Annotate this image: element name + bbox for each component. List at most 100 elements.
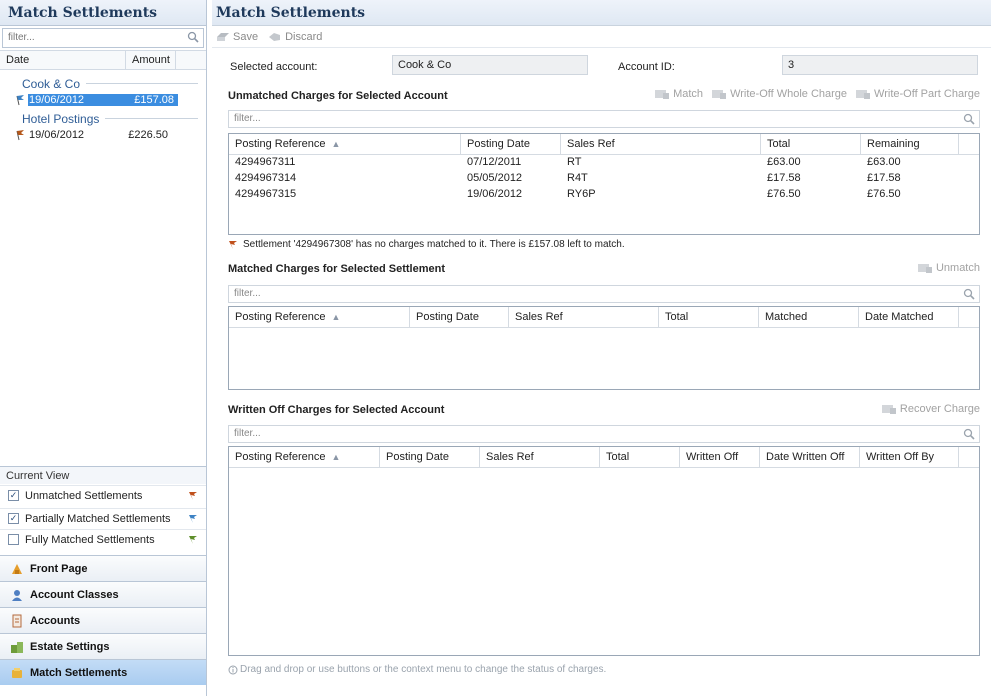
- grid-header: Posting Reference ▲ Posting Date Sales Re…: [229, 134, 979, 155]
- column-header-total[interactable]: Total: [659, 307, 759, 327]
- cell-posting-reference: 4294967314: [235, 172, 297, 184]
- save-button[interactable]: Save: [216, 31, 258, 43]
- account-id-label: Account ID:: [618, 61, 675, 73]
- search-icon[interactable]: [187, 31, 199, 43]
- cell-posting-reference: 4294967315: [235, 188, 297, 200]
- grid-header: Posting Reference ▲ Posting Date Sales Re…: [229, 307, 979, 328]
- recover-charge-label: Recover Charge: [899, 403, 980, 415]
- settlement-filter-input[interactable]: filter...: [2, 28, 204, 48]
- settlement-grid-header: Date Amount: [0, 50, 206, 70]
- column-header-total[interactable]: Total: [600, 447, 680, 467]
- group-label: Cook & Co: [22, 76, 81, 91]
- nav-front-page[interactable]: Front Page: [0, 555, 206, 581]
- filter-placeholder: filter...: [8, 32, 35, 43]
- cell-posting-date: 07/12/2011: [467, 156, 522, 168]
- checkbox[interactable]: ✓: [8, 513, 19, 524]
- search-icon[interactable]: [963, 113, 975, 125]
- cell-total: £17.58: [767, 172, 801, 184]
- unmatch-icon: [917, 264, 932, 273]
- column-header-posting-reference[interactable]: Posting Reference ▲: [229, 307, 410, 327]
- save-icon: [217, 32, 229, 41]
- column-header-posting-date[interactable]: Posting Date: [410, 307, 509, 327]
- filter-placeholder: filter...: [234, 113, 261, 124]
- view-option-fully-matched[interactable]: Fully Matched Settlements: [0, 529, 206, 549]
- nav-estate-settings[interactable]: Estate Settings: [0, 633, 206, 659]
- nav-match-settlements[interactable]: Match Settlements: [0, 659, 206, 685]
- search-icon[interactable]: [963, 428, 975, 440]
- write-off-part-label: Write-Off Part Charge: [874, 88, 980, 100]
- column-header-posting-reference[interactable]: Posting Reference ▲: [229, 134, 461, 154]
- column-header-matched[interactable]: Matched: [759, 307, 859, 327]
- column-header-sales-ref[interactable]: Sales Ref: [509, 307, 659, 327]
- write-off-part-charge-button[interactable]: Write-Off Part Charge: [855, 88, 980, 100]
- info-icon: [228, 665, 238, 674]
- column-header-date-written-off[interactable]: Date Written Off: [760, 447, 860, 467]
- written-off-section-title: Written Off Charges for Selected Account: [228, 404, 445, 416]
- match-button[interactable]: Match: [654, 88, 703, 100]
- column-header-remaining[interactable]: Remaining: [861, 134, 959, 154]
- cell-total: £76.50: [767, 188, 801, 200]
- column-header-date-matched[interactable]: Date Matched: [859, 307, 959, 327]
- unmatched-actions: Match Write-Off Whole Charge Write-Off P…: [646, 88, 980, 100]
- settlement-row[interactable]: 19/06/2012 £157.08: [14, 91, 206, 108]
- recover-icon: [881, 405, 896, 414]
- left-panel-title: Match Settlements: [0, 0, 206, 26]
- column-header-written-off-by[interactable]: Written Off By: [860, 447, 959, 467]
- cell-remaining: £63.00: [867, 156, 901, 168]
- column-header-sales-ref[interactable]: Sales Ref: [561, 134, 761, 154]
- written-off-filter-input[interactable]: filter...: [228, 425, 980, 443]
- written-off-actions: Recover Charge: [873, 403, 980, 415]
- note-text: Settlement '4294967308' has no charges m…: [243, 239, 625, 250]
- unmatch-label: Unmatch: [935, 262, 980, 274]
- column-header-sales-ref[interactable]: Sales Ref: [480, 447, 600, 467]
- settlement-row[interactable]: 19/06/2012 £226.50: [14, 126, 206, 143]
- flag-icon: [16, 94, 24, 105]
- selected-account-field: Cook & Co: [392, 55, 588, 75]
- unmatch-button[interactable]: Unmatch: [917, 262, 980, 274]
- unmatched-filter-input[interactable]: filter...: [228, 110, 980, 128]
- cell-posting-date: 19/06/2012: [467, 188, 523, 200]
- column-header-date[interactable]: Date: [0, 51, 126, 69]
- checkbox[interactable]: ✓: [8, 490, 19, 501]
- hint-text: Drag and drop or use buttons or the cont…: [240, 664, 607, 675]
- column-header-posting-date[interactable]: Posting Date: [461, 134, 561, 154]
- grid-header: Posting Reference ▲ Posting Date Sales Re…: [229, 447, 979, 468]
- help-hint: Drag and drop or use buttons or the cont…: [228, 664, 606, 675]
- column-header-written-off[interactable]: Written Off: [680, 447, 760, 467]
- recover-charge-button[interactable]: Recover Charge: [881, 403, 980, 415]
- left-panel: Match Settlements filter... Date Amount …: [0, 0, 207, 696]
- unmatched-section-title: Unmatched Charges for Selected Account: [228, 90, 448, 102]
- cell-posting-reference: 4294967311: [235, 156, 296, 168]
- cell-posting-date: 05/05/2012: [467, 172, 523, 184]
- matched-filter-input[interactable]: filter...: [228, 285, 980, 303]
- table-row[interactable]: 4294967314 05/05/2012 R4T £17.58 £17.58: [229, 171, 979, 187]
- view-option-partially-matched[interactable]: ✓ Partially Matched Settlements: [0, 508, 206, 528]
- flag-icon: [189, 515, 197, 523]
- group-label: Hotel Postings: [22, 111, 100, 126]
- unmatched-charges-grid: Posting Reference ▲ Posting Date Sales Re…: [228, 133, 980, 235]
- group-header-hotel-postings[interactable]: Hotel Postings: [0, 109, 206, 126]
- nav-accounts[interactable]: Accounts: [0, 607, 206, 633]
- write-off-whole-label: Write-Off Whole Charge: [730, 88, 848, 100]
- table-row[interactable]: 4294967315 19/06/2012 RY6P £76.50 £76.50: [229, 187, 979, 203]
- column-header-posting-reference[interactable]: Posting Reference ▲: [229, 447, 380, 467]
- checkbox[interactable]: [8, 534, 19, 545]
- group-header-cook-co[interactable]: Cook & Co: [0, 74, 206, 91]
- column-header-amount[interactable]: Amount: [126, 51, 176, 69]
- table-row[interactable]: 4294967311 07/12/2011 RT £63.00 £63.00: [229, 155, 979, 171]
- settlement-amount: £157.08: [118, 93, 178, 106]
- column-header-total[interactable]: Total: [761, 134, 861, 154]
- view-option-unmatched[interactable]: ✓ Unmatched Settlements: [0, 485, 206, 505]
- nav-label: Estate Settings: [30, 640, 110, 653]
- nav-label: Accounts: [30, 614, 81, 627]
- discard-button[interactable]: Discard: [268, 31, 322, 43]
- search-icon[interactable]: [963, 288, 975, 300]
- column-header-posting-date[interactable]: Posting Date: [380, 447, 480, 467]
- discard-icon: [269, 32, 281, 41]
- match-settlements-icon: [12, 667, 22, 678]
- write-off-whole-charge-button[interactable]: Write-Off Whole Charge: [711, 88, 847, 100]
- nav-account-classes[interactable]: Account Classes: [0, 581, 206, 607]
- settlement-amount: £226.50: [128, 128, 168, 141]
- save-label: Save: [233, 30, 259, 43]
- view-option-label: Unmatched Settlements: [25, 489, 143, 502]
